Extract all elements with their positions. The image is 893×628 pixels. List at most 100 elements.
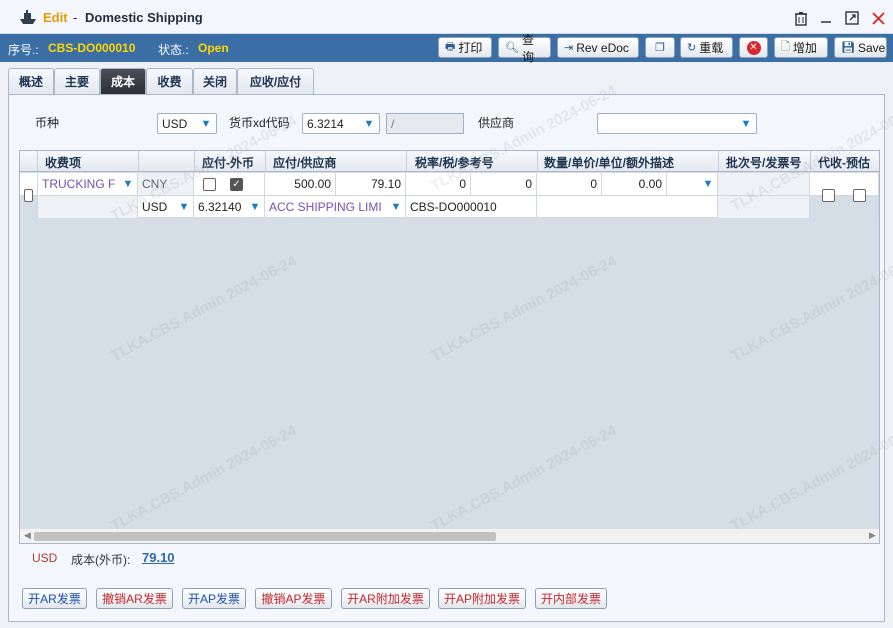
chevron-down-icon: ▼ xyxy=(249,201,261,213)
qty-value: 0 xyxy=(590,177,597,191)
tax-value: 0 xyxy=(525,177,532,191)
scroll-right-icon[interactable]: ▶ xyxy=(869,530,876,541)
search-icon: 🔍︎ xyxy=(505,42,519,54)
charge-item-value: TRUCKING F xyxy=(42,177,116,191)
trash-icon[interactable] xyxy=(792,9,810,27)
tax-rate-field[interactable]: 0 xyxy=(406,173,471,195)
rate-readonly-field: / xyxy=(386,113,464,134)
grid-header: 收费项 应付-外币 应付/供应商 税率/税/参考号 数量/单价/单位/额外描述 … xyxy=(20,151,879,172)
estimate-checkbox[interactable] xyxy=(853,189,866,202)
row-supplier-value: ACC SHIPPING LIMI xyxy=(269,200,382,214)
rev-edoc-label: Rev eDoc xyxy=(576,40,629,55)
horizontal-scrollbar[interactable]: ◀ ▶ xyxy=(20,528,879,543)
close-icon[interactable] xyxy=(869,9,887,27)
tab-charges[interactable]: 收费 xyxy=(146,68,193,94)
col-charge-item[interactable]: 收费项 xyxy=(45,154,81,171)
copy-icon: ❐ xyxy=(655,42,665,54)
minimize-icon[interactable] xyxy=(817,9,835,27)
tab-overview[interactable]: 概述 xyxy=(8,68,54,94)
col-qty-price[interactable]: 数量/单价/单位/额外描述 xyxy=(544,154,674,171)
summary-amount-link[interactable]: 79.10 xyxy=(142,550,175,565)
print-button[interactable]: 🖶 打印 xyxy=(438,37,492,58)
maximize-icon[interactable] xyxy=(843,9,861,27)
open-ar-extra-invoice-button[interactable]: 开AR附加发票 xyxy=(341,588,430,609)
tab-cost[interactable]: 成本 xyxy=(100,68,146,94)
batch-no-cell xyxy=(718,173,810,195)
tab-ar-ap[interactable]: 应收/应付 xyxy=(237,68,314,94)
unit-select[interactable]: ▼ xyxy=(667,173,718,195)
amount-local-field[interactable]: 500.00 xyxy=(265,173,336,195)
import-icon: ⇥ xyxy=(564,42,574,54)
ex-rate-value: 6.32140 xyxy=(198,200,242,214)
scroll-left-icon[interactable]: ◀ xyxy=(24,530,31,541)
open-ap-extra-invoice-button[interactable]: 开AP附加发票 xyxy=(438,588,526,609)
open-internal-invoice-button[interactable]: 开内部发票 xyxy=(535,588,607,609)
col-collect-estimate[interactable]: 代收-预估 xyxy=(818,154,870,171)
amount-foreign-field[interactable]: 79.10 xyxy=(336,173,406,195)
add-button[interactable]: 🗋 增加 xyxy=(774,37,828,58)
copy-button[interactable]: ❐ xyxy=(645,37,675,58)
collect-estimate-cell xyxy=(810,173,879,218)
currency-row-select[interactable]: USD ▼ xyxy=(138,196,194,218)
tax-field[interactable]: 0 xyxy=(471,173,537,195)
tab-close[interactable]: 关闭 xyxy=(193,68,237,94)
col-batch-invoice[interactable]: 批次号/发票号 xyxy=(726,154,801,171)
supplier-select[interactable]: ▼ xyxy=(597,113,757,134)
chevron-down-icon: ▼ xyxy=(122,178,134,190)
supplier-label: 供应商 xyxy=(478,116,515,130)
window-mode: Edit xyxy=(43,10,68,25)
open-ap-invoice-button[interactable]: 开AP发票 xyxy=(182,588,246,609)
refresh-icon: ↻ xyxy=(687,42,697,54)
summary-currency: USD xyxy=(32,551,58,565)
row-select-cell xyxy=(20,173,38,218)
foreign-checkbox[interactable]: ✓ xyxy=(230,177,243,191)
charge-item-select[interactable]: TRUCKING F ▼ xyxy=(38,173,138,195)
reload-label: 重载 xyxy=(699,41,724,55)
cost-grid: 收费项 应付-外币 应付/供应商 税率/税/参考号 数量/单价/单位/额外描述 … xyxy=(19,150,880,544)
reload-button[interactable]: ↻ 重载 xyxy=(680,37,733,58)
ship-icon xyxy=(20,10,36,24)
unit-price-value: 0.00 xyxy=(638,177,662,191)
seq-label: 序号.: xyxy=(8,43,39,57)
local-currency-cell: CNY xyxy=(138,173,194,195)
rate-disabled-value: / xyxy=(391,116,395,131)
record-info-bar: 序号.: CBS-DO000010 状态.: Open 🖶 打印 🔍︎ 查询 ⇥… xyxy=(0,33,893,64)
query-label: 查询 xyxy=(521,32,534,64)
rev-edoc-button[interactable]: ⇥ Rev eDoc xyxy=(557,37,639,58)
ref-no-field[interactable]: CBS-DO000010 xyxy=(406,196,537,218)
row-currency-value: USD xyxy=(142,200,168,214)
table-row[interactable]: USD ▼ 6.32140 ▼ ACC SHIPPING LIMI ▼ CBS-… xyxy=(38,196,810,218)
col-payable-foreign[interactable]: 应付-外币 xyxy=(202,154,254,171)
extra-desc-field[interactable] xyxy=(537,196,718,218)
cancel-icon: ✕ xyxy=(746,40,761,55)
chevron-down-icon: ▼ xyxy=(740,117,752,130)
supplier-row-select[interactable]: ACC SHIPPING LIMI ▼ xyxy=(265,196,406,218)
scrollbar-thumb[interactable] xyxy=(34,532,496,541)
ref-no-value: CBS-DO000010 xyxy=(410,200,497,214)
query-button[interactable]: 🔍︎ 查询 xyxy=(498,33,551,64)
delete-button[interactable]: ✕ xyxy=(739,37,768,58)
col-payable-supplier[interactable]: 应付/供应商 xyxy=(273,154,336,171)
table-row[interactable]: TRUCKING F ▼ CNY ✓ 500.00 79.10 0 0 0 0.… xyxy=(20,173,879,218)
summary-label: 成本(外币): xyxy=(71,553,131,567)
window-title: Domestic Shipping xyxy=(85,10,203,25)
payable-checkbox[interactable] xyxy=(203,177,216,191)
status-label: 状态.: xyxy=(158,43,189,57)
tab-main[interactable]: 主要 xyxy=(54,68,100,94)
cancel-ar-invoice-button[interactable]: 撤销AR发票 xyxy=(96,588,173,609)
qty-field[interactable]: 0 xyxy=(537,173,602,195)
printer-icon: 🖶 xyxy=(445,41,456,53)
save-button[interactable]: 💾︎ Save xyxy=(834,37,887,58)
cancel-ap-invoice-button[interactable]: 撤销AP发票 xyxy=(255,588,332,609)
collect-checkbox[interactable] xyxy=(822,189,835,202)
row-select-checkbox[interactable] xyxy=(24,189,33,202)
tax-rate-value: 0 xyxy=(459,177,466,191)
chevron-down-icon: ▼ xyxy=(702,178,714,190)
ex-rate-select[interactable]: 6.32140 ▼ xyxy=(194,196,265,218)
rate-select[interactable]: 6.3214 ▼ xyxy=(302,113,380,134)
col-tax-ref[interactable]: 税率/税/参考号 xyxy=(415,154,494,171)
open-ar-invoice-button[interactable]: 开AR发票 xyxy=(22,588,87,609)
unit-price-field[interactable]: 0.00 xyxy=(602,173,667,195)
add-label: 增加 xyxy=(792,41,817,55)
currency-select[interactable]: USD ▼ xyxy=(157,113,217,134)
